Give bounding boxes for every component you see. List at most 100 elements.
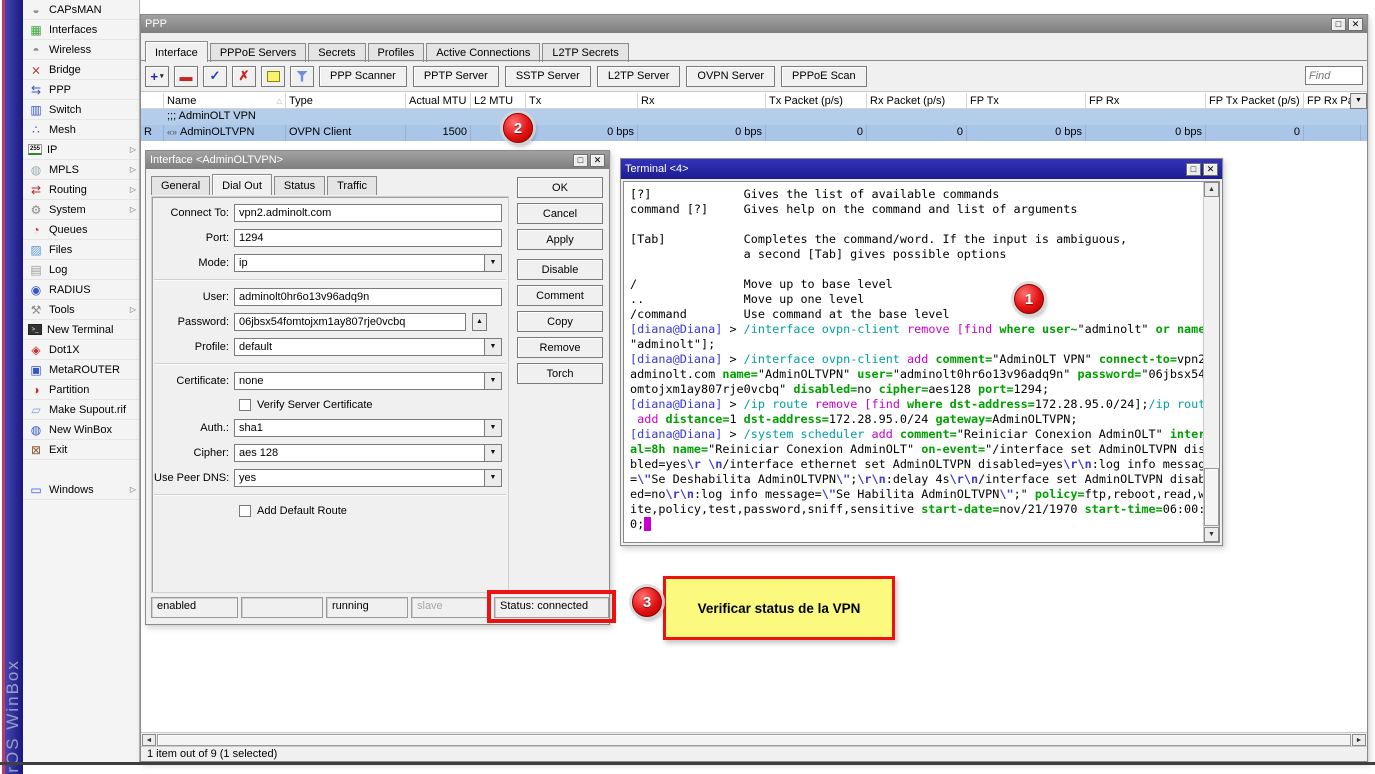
- dropdown-button[interactable]: ▼: [485, 372, 502, 390]
- table-row-interface[interactable]: R«»AdminOLTVPNOVPN Client15000 bps0 bps0…: [141, 125, 1367, 141]
- sidebar-item-metarouter[interactable]: ▣MetaROUTER: [23, 360, 139, 380]
- sidebar-item-tools[interactable]: ⚒Tools▷: [23, 300, 139, 320]
- copy-button[interactable]: Copy: [517, 311, 603, 332]
- scroll-left-icon[interactable]: ◄: [142, 734, 156, 746]
- column-menu-icon[interactable]: ▼: [1350, 93, 1367, 109]
- dialog-titlebar[interactable]: Interface <AdminOLTVPN> □ ✕: [146, 151, 609, 169]
- checkbox-unchecked-icon[interactable]: [239, 505, 251, 517]
- column-header-fp-tx-packet-p-s[interactable]: FP Tx Packet (p/s): [1206, 93, 1304, 109]
- close-icon[interactable]: ✕: [1203, 163, 1218, 176]
- tab-interface[interactable]: Interface: [145, 41, 208, 62]
- sidebar-item-radius[interactable]: ◉RADIUS: [23, 280, 139, 300]
- disable-button[interactable]: Disable: [517, 259, 603, 280]
- comment-button[interactable]: Comment: [517, 285, 603, 306]
- sidebar-item-switch[interactable]: ▥Switch: [23, 100, 139, 120]
- sidebar-item-exit[interactable]: ⊠Exit: [23, 440, 139, 460]
- sidebar-item-make-supout-rif[interactable]: ▱Make Supout.rif: [23, 400, 139, 420]
- find-input[interactable]: [1305, 66, 1363, 85]
- sidebar-item-dot1x[interactable]: ◈Dot1X: [23, 340, 139, 360]
- dropdown-button[interactable]: ▼: [485, 338, 502, 356]
- ok-button[interactable]: OK: [517, 177, 603, 198]
- field-input-use-peer-dns[interactable]: yes: [234, 469, 485, 487]
- sidebar-item-ip[interactable]: 255IP▷: [23, 140, 139, 160]
- scrollbar-thumb[interactable]: [157, 734, 1351, 746]
- dropdown-button[interactable]: ▼: [485, 419, 502, 437]
- maximize-icon[interactable]: □: [573, 154, 588, 167]
- column-header-fp-tx[interactable]: FP Tx: [967, 93, 1086, 109]
- column-header-type[interactable]: Type: [286, 93, 406, 109]
- dialog-tab-dial-out[interactable]: Dial Out: [212, 174, 272, 195]
- sidebar-item-files[interactable]: ▨Files: [23, 240, 139, 260]
- field-input-cipher[interactable]: aes 128: [234, 444, 485, 462]
- disable-button[interactable]: ✗: [232, 66, 256, 87]
- filter-button[interactable]: [290, 66, 314, 87]
- sidebar-item-ppp[interactable]: ⇆PPP: [23, 80, 139, 100]
- column-header-l2-mtu[interactable]: L2 MTU: [471, 93, 526, 109]
- enable-button[interactable]: ✓: [203, 66, 227, 87]
- pptp-server-button[interactable]: PPTP Server: [413, 66, 499, 87]
- ppp-scanner-button[interactable]: PPP Scanner: [319, 66, 407, 87]
- sidebar-item-system[interactable]: ⚙System▷: [23, 200, 139, 220]
- sidebar-item-new-winbox[interactable]: ◍New WinBox: [23, 420, 139, 440]
- field-input-port[interactable]: 1294: [234, 229, 502, 247]
- dialog-tab-general[interactable]: General: [151, 176, 210, 195]
- sidebar-item-queues[interactable]: ◔Queues: [23, 220, 139, 240]
- field-input-password[interactable]: 06jbsx54fomtojxm1ay807rje0vcbq: [234, 313, 466, 331]
- dropdown-button[interactable]: ▼: [485, 469, 502, 487]
- checkbox-unchecked-icon[interactable]: [239, 399, 251, 411]
- add-button[interactable]: +▾: [145, 66, 169, 87]
- remove-button[interactable]: Remove: [517, 337, 603, 358]
- column-header-rx-packet-p-s[interactable]: Rx Packet (p/s): [867, 93, 967, 109]
- dropdown-button[interactable]: ▼: [485, 254, 502, 272]
- scroll-up-icon[interactable]: ▲: [1204, 182, 1219, 197]
- dropdown-button[interactable]: ▼: [485, 444, 502, 462]
- sidebar-item-interfaces[interactable]: ▦Interfaces: [23, 20, 139, 40]
- column-header-tx[interactable]: Tx: [526, 93, 638, 109]
- field-input-connect-to[interactable]: vpn2.adminolt.com: [234, 204, 502, 222]
- sidebar-item-windows[interactable]: ▭Windows▷: [23, 480, 139, 500]
- sstp-server-button[interactable]: SSTP Server: [505, 66, 591, 87]
- sidebar-item-routing[interactable]: ⇄Routing▷: [23, 180, 139, 200]
- ovpn-server-button[interactable]: OVPN Server: [686, 66, 775, 87]
- column-header-name[interactable]: Name△: [164, 93, 286, 109]
- field-input-user[interactable]: adminolt0hr6o13v96adq9n: [234, 288, 502, 306]
- scrollbar-thumb[interactable]: [1204, 468, 1219, 526]
- horizontal-scrollbar[interactable]: ◄ ►: [141, 732, 1367, 746]
- vertical-scrollbar[interactable]: ▲ ▼: [1203, 182, 1219, 542]
- table-row-comment[interactable]: ;;; AdminOLT VPN: [141, 109, 1367, 125]
- apply-button[interactable]: Apply: [517, 229, 603, 250]
- column-header-actual-mtu[interactable]: Actual MTU: [406, 93, 471, 109]
- scroll-right-icon[interactable]: ►: [1352, 734, 1366, 746]
- sidebar-item-new-terminal[interactable]: >_New Terminal: [23, 320, 139, 340]
- sidebar-item-partition[interactable]: ◑Partition: [23, 380, 139, 400]
- field-input-certificate[interactable]: none: [234, 372, 485, 390]
- sidebar-item-capsman[interactable]: ◒CAPsMAN: [23, 0, 139, 20]
- torch-button[interactable]: Torch: [517, 363, 603, 384]
- field-verify-server-certificate[interactable]: Verify Server Certificate: [239, 397, 502, 412]
- sidebar-item-mesh[interactable]: ∴Mesh: [23, 120, 139, 140]
- column-header-fp-rx[interactable]: FP Rx: [1086, 93, 1206, 109]
- ppp-window-titlebar[interactable]: PPP □ ✕: [141, 15, 1367, 33]
- pppoe-scan-button[interactable]: PPPoE Scan: [781, 66, 867, 87]
- maximize-icon[interactable]: □: [1331, 18, 1346, 31]
- column-header-tx-packet-p-s[interactable]: Tx Packet (p/s): [766, 93, 867, 109]
- sidebar-item-wireless[interactable]: ◓Wireless: [23, 40, 139, 60]
- column-header-rx[interactable]: Rx: [638, 93, 766, 109]
- scroll-down-icon[interactable]: ▼: [1204, 527, 1219, 542]
- terminal-content[interactable]: [?] Gives the list of available commands…: [623, 181, 1220, 543]
- dialog-tab-traffic[interactable]: Traffic: [327, 176, 377, 195]
- maximize-icon[interactable]: □: [1186, 163, 1201, 176]
- sidebar-item-mpls[interactable]: ◍MPLS▷: [23, 160, 139, 180]
- dialog-tab-status[interactable]: Status: [274, 176, 325, 195]
- field-input-auth[interactable]: sha1: [234, 419, 485, 437]
- field-add-default-route[interactable]: Add Default Route: [239, 503, 502, 518]
- sidebar-item-log[interactable]: ▤Log: [23, 260, 139, 280]
- remove-button[interactable]: ▬: [174, 66, 198, 87]
- terminal-titlebar[interactable]: Terminal <4> □ ✕: [621, 159, 1222, 179]
- sidebar-item-bridge[interactable]: ⨯Bridge: [23, 60, 139, 80]
- close-icon[interactable]: ✕: [590, 154, 605, 167]
- field-input-mode[interactable]: ip: [234, 254, 485, 272]
- column-header-flag[interactable]: [141, 93, 164, 109]
- l2tp-server-button[interactable]: L2TP Server: [597, 66, 681, 87]
- close-icon[interactable]: ✕: [1348, 18, 1363, 31]
